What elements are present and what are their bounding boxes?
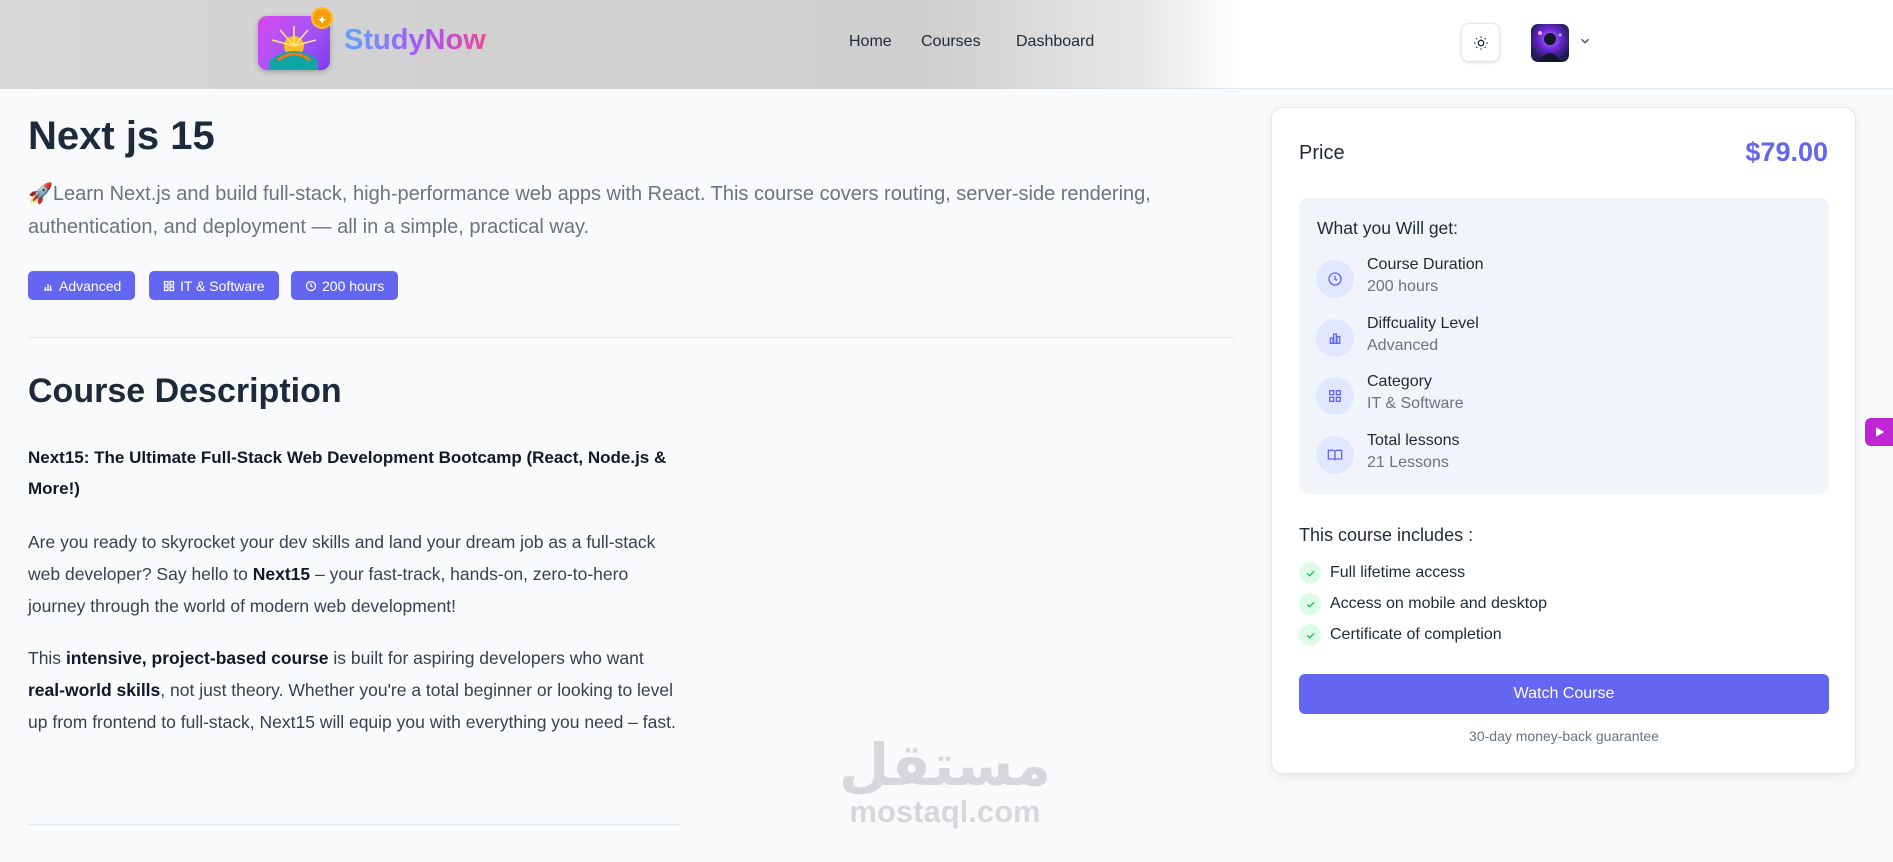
description-heading: Course Description <box>28 372 342 410</box>
top-navbar: ✦ StudyNow Home Courses Dashboard <box>0 0 1893 89</box>
chevron-down-icon[interactable] <box>1578 34 1592 48</box>
watermark-arabic: مستقل <box>838 731 1052 799</box>
theme-toggle-button[interactable] <box>1461 23 1500 62</box>
tag-category: IT & Software <box>149 271 279 300</box>
guarantee-text: 30-day money-back guarantee <box>1469 728 1659 744</box>
play-icon <box>1876 427 1885 437</box>
get-item-label: Total lessons <box>1367 432 1460 449</box>
include-label: Certificate of completion <box>1330 626 1502 643</box>
watch-course-button[interactable]: Watch Course <box>1299 674 1829 714</box>
watermark-latin: mostaql.com <box>849 794 1041 829</box>
course-subtitle: 🚀Learn Next.js and build full-stack, hig… <box>28 183 1151 238</box>
include-item: Access on mobile and desktop <box>1299 592 1547 616</box>
section-divider <box>28 337 1234 338</box>
bottom-divider <box>28 824 680 825</box>
get-item-value: Advanced <box>1367 337 1439 354</box>
description-bold-heading: Next15: The Ultimate Full-Stack Web Deve… <box>28 448 667 498</box>
grid-icon <box>1316 377 1354 415</box>
brand-name[interactable]: StudyNow <box>344 24 486 57</box>
logo[interactable]: ✦ <box>258 7 333 70</box>
logo-badge-icon: ✦ <box>311 7 333 29</box>
include-item: Full lifetime access <box>1299 561 1465 585</box>
get-item-label: Diffcuality Level <box>1367 315 1479 332</box>
tag-duration: 200 hours <box>291 271 399 300</box>
book-icon <box>1316 436 1354 474</box>
description-paragraph-1: Are you ready to skyrocket your dev skil… <box>28 532 656 616</box>
get-item-label: Course Duration <box>1367 256 1484 273</box>
pricing-card: Price $79.00 What you Will get: Course D… <box>1271 107 1856 774</box>
tag-label: 200 hours <box>322 277 385 294</box>
get-item-label: Category <box>1367 373 1432 390</box>
nav-home[interactable]: Home <box>849 33 892 51</box>
clock-icon <box>305 280 317 291</box>
bar-chart-icon <box>44 283 52 291</box>
check-icon <box>1299 562 1321 584</box>
tag-label: IT & Software <box>180 277 265 294</box>
tag-label: Advanced <box>59 277 122 294</box>
clock-icon <box>1316 260 1354 298</box>
what-you-get-box: What you Will get: Course Duration 200 h… <box>1299 198 1829 494</box>
include-label: Full lifetime access <box>1330 564 1466 581</box>
side-play-tab[interactable] <box>1865 418 1893 446</box>
sun-icon <box>1473 35 1488 50</box>
price-value: $79.00 <box>1745 137 1828 167</box>
bar-chart-icon <box>1316 319 1354 357</box>
nav-courses[interactable]: Courses <box>921 33 981 51</box>
get-item-value: IT & Software <box>1367 395 1464 412</box>
price-label: Price <box>1299 142 1345 164</box>
tag-level: Advanced <box>28 271 136 300</box>
check-icon <box>1299 593 1321 615</box>
includes-title: This course includes : <box>1299 525 1474 545</box>
grid-icon <box>163 280 175 291</box>
include-item: Certificate of completion <box>1299 623 1502 647</box>
user-avatar[interactable] <box>1531 24 1569 62</box>
check-icon <box>1299 624 1321 646</box>
description-paragraph-2: This intensive, project-based course is … <box>28 648 676 732</box>
nav-dashboard[interactable]: Dashboard <box>1016 33 1094 51</box>
get-item-value: 200 hours <box>1367 278 1439 295</box>
course-title: Next js 15 <box>28 114 215 158</box>
get-item-value: 21 Lessons <box>1367 454 1449 471</box>
what-you-get-title: What you Will get: <box>1317 218 1459 238</box>
include-label: Access on mobile and desktop <box>1330 595 1548 612</box>
watermark: مستقل mostaql.com <box>830 735 1060 829</box>
